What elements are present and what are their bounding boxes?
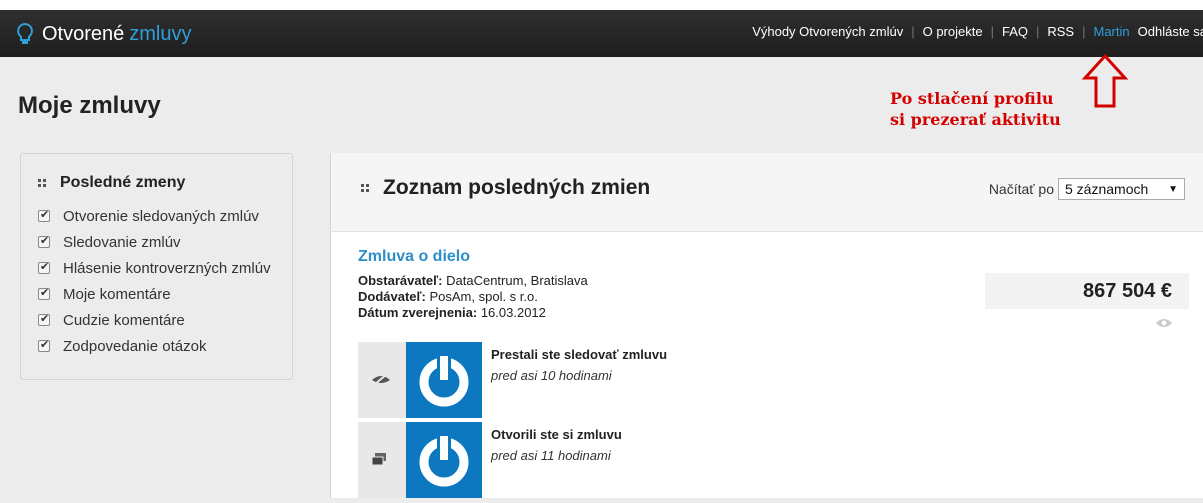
nav-link-faq[interactable]: FAQ (1002, 24, 1028, 39)
filter-label: Otvorenie sledovaných zmlúv (63, 207, 259, 225)
nav-link-vyhody[interactable]: Výhody Otvorených zmlúv (752, 24, 903, 39)
otvorene-zmluvy-logo (406, 422, 482, 498)
contract-title-link[interactable]: Zmluva o dielo (358, 248, 470, 266)
activity-time: pred asi 10 hodinami (491, 368, 612, 383)
filter-label: Moje komentáre (63, 285, 171, 303)
obstaravatel-label: Obstarávateľ: (358, 273, 443, 288)
checkbox[interactable] (38, 338, 50, 352)
annotation-line-2: si prezerať aktivitu (890, 110, 1061, 129)
contract-meta: Obstarávateľ: DataCentrum, Bratislava Do… (358, 273, 588, 321)
eye-icon[interactable] (1155, 317, 1173, 329)
filters-title: Posledné zmeny (38, 174, 275, 192)
checkbox[interactable] (38, 312, 50, 326)
activity-text: Prestali ste sledovať zmluvu pred asi 10… (491, 347, 667, 383)
up-arrow-annotation-icon (1082, 53, 1128, 108)
filters-title-text: Posledné zmeny (60, 174, 186, 191)
contract-price: 867 504 € (985, 273, 1189, 309)
nav-link-rss[interactable]: RSS (1047, 24, 1074, 39)
otvorene-zmluvy-logo (406, 342, 482, 418)
activity-icon-box (358, 422, 406, 498)
activity-panel-title: Zoznam posledných zmien (361, 176, 650, 200)
dodavatel-label: Dodávateľ: (358, 289, 426, 304)
filter-item[interactable]: Otvorenie sledovaných zmlúv (38, 203, 275, 229)
activity-title: Otvorili ste si zmluvu (491, 427, 622, 442)
nav-separator: | (1035, 24, 1040, 39)
checkbox[interactable] (38, 234, 50, 248)
activity-item: Otvorili ste si zmluvu pred asi 11 hodin… (358, 422, 858, 498)
eye-slash-icon (372, 373, 390, 386)
logout-link[interactable]: Odhláste sa (1138, 24, 1203, 39)
checkbox[interactable] (38, 208, 50, 222)
obstaravatel-value: DataCentrum, Bratislava (446, 273, 588, 288)
filter-label: Zodpovedanie otázok (63, 337, 207, 355)
load-count-label: Načítať po (988, 181, 1054, 197)
load-count-control: Načítať po 5 záznamoch ▼ (989, 178, 1185, 200)
annotation-line-1: Po stlačení profilu (890, 89, 1054, 108)
filter-label: Sledovanie zmlúv (63, 233, 181, 251)
activity-icon-box (358, 342, 406, 418)
lightbulb-icon (17, 22, 33, 44)
grid-handle-icon (38, 179, 46, 187)
activity-panel: Zoznam posledných zmien Načítať po 5 záz… (330, 153, 1203, 498)
dodavatel-value: PosAm, spol. s r.o. (429, 289, 538, 304)
filter-item[interactable]: Zodpovedanie otázok (38, 333, 275, 359)
brand-name-part1: Otvorené (42, 22, 125, 45)
datum-label: Dátum zverejnenia: (358, 305, 478, 320)
user-profile-link[interactable]: Martin (1094, 24, 1130, 39)
activity-panel-header: Zoznam posledných zmien Načítať po 5 záz… (331, 153, 1203, 232)
activity-time: pred asi 11 hodinami (491, 448, 611, 463)
nav-separator: | (990, 24, 994, 39)
nav-separator: | (911, 24, 915, 39)
top-bar-area: Otvorené zmluvy Výhody Otvorených zmlúv … (0, 0, 1203, 57)
checkbox[interactable] (38, 260, 50, 274)
filter-item[interactable]: Cudzie komentáre (38, 307, 275, 333)
brand-logo[interactable]: Otvorené zmluvy (14, 20, 192, 48)
filter-item[interactable]: Sledovanie zmlúv (38, 229, 275, 255)
filter-item[interactable]: Hlásenie kontroverzných zmlúv (38, 255, 275, 281)
activity-text: Otvorili ste si zmluvu pred asi 11 hodin… (491, 427, 622, 463)
activity-title: Prestali ste sledovať zmluvu (491, 347, 668, 362)
open-document-icon (371, 453, 386, 466)
dropdown-caret-icon: ▼ (1168, 183, 1178, 195)
activity-item: Prestali ste sledovať zmluvu pred asi 10… (358, 342, 858, 418)
filter-label: Cudzie komentáre (63, 311, 185, 329)
filter-list: Otvorenie sledovaných zmlúv Sledovanie z… (38, 203, 275, 359)
annotation-note: Po stlačení profilu si prezerať aktivitu (890, 88, 1061, 130)
grid-handle-icon (361, 184, 369, 192)
brand-name-part2: zmluvy (129, 22, 192, 45)
power-logo-icon (419, 432, 469, 487)
top-nav: Výhody Otvorených zmlúv | O projekte | F… (752, 24, 1203, 39)
checkbox[interactable] (38, 286, 50, 300)
datum-value: 16.03.2012 (480, 305, 546, 320)
filter-label: Hlásenie kontroverzných zmlúv (63, 259, 271, 277)
power-logo-icon (419, 352, 469, 407)
load-count-value: 5 záznamoch (1065, 181, 1149, 197)
filter-item[interactable]: Moje komentáre (38, 281, 275, 307)
nav-separator: | (1082, 24, 1086, 39)
activity-title-text: Zoznam posledných zmien (383, 176, 651, 199)
top-navigation-bar: Otvorené zmluvy Výhody Otvorených zmlúv … (0, 10, 1203, 57)
nav-link-o-projekte[interactable]: O projekte (923, 24, 983, 39)
load-count-select[interactable]: 5 záznamoch ▼ (1058, 178, 1185, 200)
page-title: Moje zmluvy (18, 92, 161, 119)
filters-panel: Posledné zmeny Otvorenie sledovaných zml… (20, 153, 293, 380)
